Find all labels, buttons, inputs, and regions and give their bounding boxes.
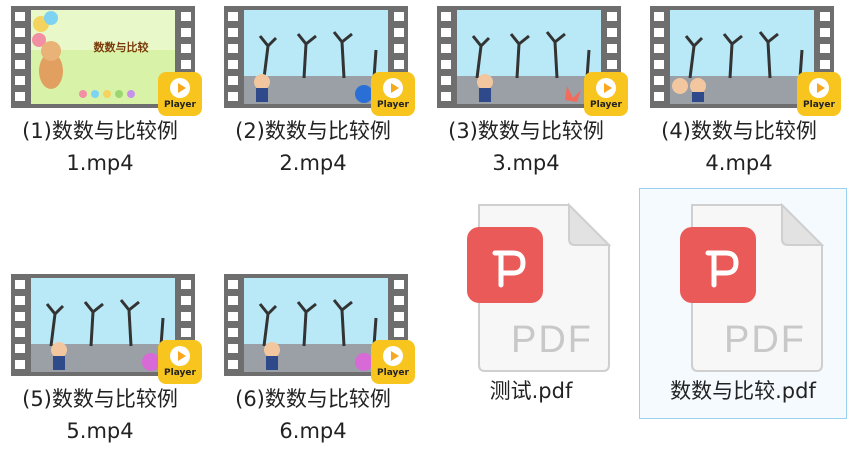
file-item-video-2[interactable]: Player (2)数数与比较例 2.mp4 [213, 0, 415, 190]
file-name: (4)数数与比较例 4.mp4 [661, 119, 817, 175]
file-item-video-5[interactable]: Player (5)数数与比较例 5.mp4 [0, 268, 202, 458]
player-badge: Player [371, 340, 415, 384]
player-badge: Player [158, 340, 202, 384]
file-name: 测试.pdf [489, 379, 573, 403]
file-item-video-3[interactable]: Player (3)数数与比较例 3.mp4 [426, 0, 628, 190]
play-icon [809, 78, 829, 98]
player-badge-label: Player [377, 368, 409, 378]
player-badge: Player [584, 72, 628, 116]
player-badge-label: Player [590, 100, 622, 110]
file-item-pdf-selected[interactable]: PDF 数数与比较.pdf [639, 188, 847, 419]
file-name: (1)数数与比较例 1.mp4 [22, 119, 178, 175]
pdf-icon-text: PDF [511, 319, 593, 361]
player-badge-label: Player [164, 100, 196, 110]
play-icon [596, 78, 616, 98]
player-badge: Player [158, 72, 202, 116]
file-item-video-6[interactable]: Player (6)数数与比较例 6.mp4 [213, 268, 415, 458]
player-badge-label: Player [377, 100, 409, 110]
player-badge: Player [797, 72, 841, 116]
file-name: 数数与比较.pdf [670, 379, 816, 403]
player-badge: Player [371, 72, 415, 116]
player-badge-label: Player [164, 368, 196, 378]
player-badge-label: Player [803, 100, 835, 110]
file-name: (5)数数与比较例 5.mp4 [22, 387, 178, 443]
file-item-video-1[interactable]: 数数与比较 Player (1)数数与比较例 1.mp4 [0, 0, 202, 190]
play-icon [383, 78, 403, 98]
play-icon [383, 346, 403, 366]
file-name: (2)数数与比较例 2.mp4 [235, 119, 391, 175]
file-name: (6)数数与比较例 6.mp4 [235, 387, 391, 443]
play-icon [170, 78, 190, 98]
file-item-video-4[interactable]: Player (4)数数与比较例 4.mp4 [639, 0, 841, 190]
file-item-pdf-test[interactable]: PDF 测试.pdf [426, 188, 636, 418]
file-name: (3)数数与比较例 3.mp4 [448, 119, 604, 175]
video-title-text: 数数与比较 [93, 41, 149, 54]
pdf-icon-text: PDF [724, 319, 806, 361]
play-icon [170, 346, 190, 366]
